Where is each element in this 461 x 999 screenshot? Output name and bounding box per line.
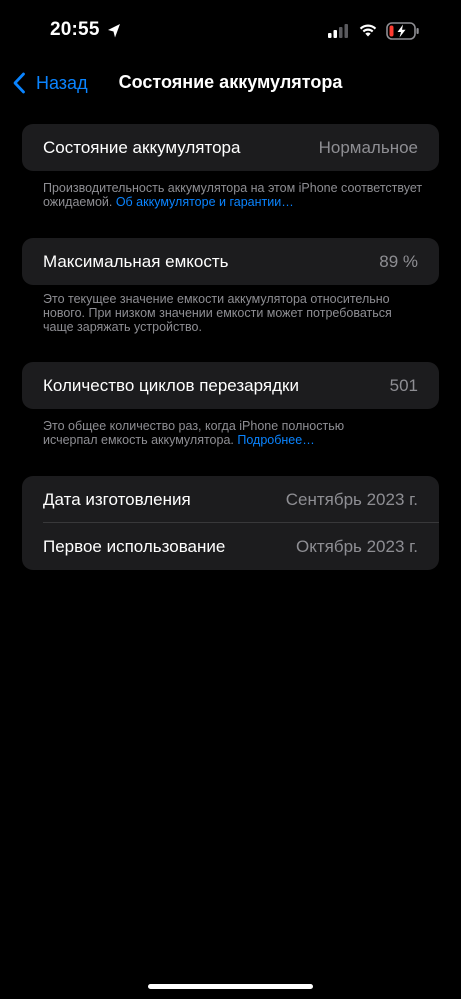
- first-use-row: Первое использование Октябрь 2023 г.: [22, 523, 439, 570]
- max-capacity-footnote-text: Это текущее значение емкости аккумулятор…: [43, 292, 392, 334]
- navigation-bar: Назад Состояние аккумулятора: [0, 60, 461, 104]
- home-indicator[interactable]: [148, 984, 313, 989]
- cycle-count-card: Количество циклов перезарядки 501: [22, 362, 439, 409]
- manufacture-date-row: Дата изготовления Сентябрь 2023 г.: [22, 476, 439, 523]
- max-capacity-card: Максимальная емкость 89 %: [22, 238, 439, 285]
- wifi-icon: [359, 24, 377, 37]
- battery-health-screen: 20:55 Назад Состояние аккумулятора Состо…: [0, 0, 461, 999]
- cycle-count-label: Количество циклов перезарядки: [43, 375, 299, 395]
- manufacture-date-value: Сентябрь 2023 г.: [285, 489, 418, 509]
- cycle-count-row: Количество циклов перезарядки 501: [22, 362, 439, 409]
- page-title: Состояние аккумулятора: [118, 72, 343, 92]
- max-capacity-value: 89 %: [379, 251, 418, 271]
- battery-health-card: Состояние аккумулятора Нормальное: [22, 124, 439, 171]
- dates-card: Дата изготовления Сентябрь 2023 г. Перво…: [22, 476, 439, 570]
- max-capacity-row: Максимальная емкость 89 %: [22, 238, 439, 285]
- battery-health-footnote: Производительность аккумулятора на этом …: [43, 181, 423, 209]
- max-capacity-footnote: Это текущее значение емкости аккумулятор…: [43, 292, 393, 334]
- max-capacity-label: Максимальная емкость: [43, 251, 229, 271]
- location-arrow-icon: [108, 24, 120, 38]
- manufacture-date-label: Дата изготовления: [43, 489, 191, 509]
- battery-health-label: Состояние аккумулятора: [43, 137, 241, 157]
- cycle-count-footnote: Это общее количество раз, когда iPhone п…: [43, 419, 383, 447]
- status-time: 20:55: [50, 19, 100, 40]
- battery-health-row: Состояние аккумулятора Нормальное: [22, 124, 439, 171]
- status-bar: 20:55: [0, 0, 461, 60]
- battery-health-value: Нормальное: [318, 137, 418, 157]
- learn-more-link[interactable]: Подробнее…: [237, 433, 314, 447]
- first-use-value: Октябрь 2023 г.: [295, 536, 418, 556]
- cycle-count-value: 501: [389, 375, 418, 395]
- battery-charging-icon: [386, 22, 419, 40]
- battery-warranty-link[interactable]: Об аккумуляторе и гарантии…: [116, 195, 294, 209]
- cellular-signal-icon: [328, 24, 348, 38]
- first-use-label: Первое использование: [43, 536, 226, 556]
